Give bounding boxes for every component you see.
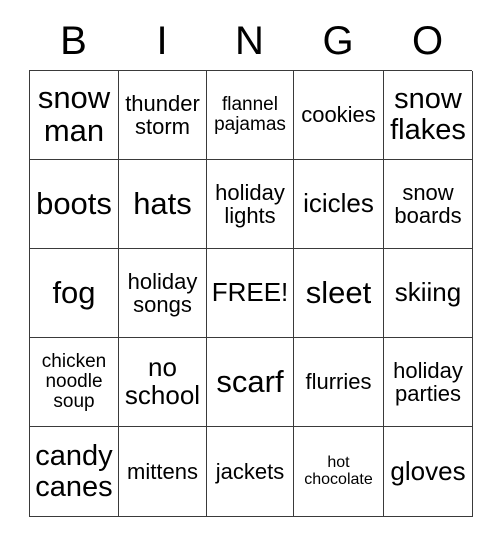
bingo-cell-label: gloves xyxy=(390,455,466,486)
bingo-cell-label: hot chocolate xyxy=(304,453,373,488)
bingo-cell[interactable]: hot chocolate xyxy=(294,427,384,517)
bingo-cell[interactable]: mittens xyxy=(119,427,207,517)
bingo-cell[interactable]: sleet xyxy=(294,249,384,338)
bingo-cell-label: candy canes xyxy=(35,439,113,503)
bingo-header-row: B I N G O xyxy=(29,12,472,70)
bingo-cell-label: jackets xyxy=(215,458,285,484)
bingo-cell-label: mittens xyxy=(127,458,198,484)
bingo-cell[interactable]: holiday songs xyxy=(119,249,207,338)
bingo-cell-label: holiday lights xyxy=(215,179,285,228)
bingo-cell[interactable]: snow flakes xyxy=(384,71,473,160)
bingo-header-letter-n: N xyxy=(235,19,264,63)
bingo-cell-label: FREE! xyxy=(211,277,289,308)
bingo-cell-label: snow flakes xyxy=(390,83,466,146)
bingo-cell-label: scarf xyxy=(216,363,284,399)
bingo-cell-label: icicles xyxy=(303,188,374,219)
bingo-cell[interactable]: candy canes xyxy=(30,427,119,517)
bingo-cell-label: boots xyxy=(36,185,112,221)
bingo-cell[interactable]: skiing xyxy=(384,249,473,338)
bingo-cell-label: no school xyxy=(124,352,201,410)
bingo-header-letter-g: G xyxy=(322,19,354,63)
bingo-cell-label: flurries xyxy=(305,369,372,395)
bingo-cell[interactable]: scarf xyxy=(207,338,294,427)
bingo-card: B I N G O snow man thunder storm flannel… xyxy=(29,12,473,517)
bingo-cell[interactable]: fog xyxy=(30,249,119,338)
bingo-cell-free[interactable]: FREE! xyxy=(207,249,294,338)
bingo-cell[interactable]: snow boards xyxy=(384,160,473,249)
bingo-cell[interactable]: icicles xyxy=(294,160,384,249)
bingo-cell-label: thunder storm xyxy=(125,90,200,139)
bingo-cell[interactable]: boots xyxy=(30,160,119,249)
bingo-cell[interactable]: snow man xyxy=(30,71,119,160)
bingo-cell[interactable]: flurries xyxy=(294,338,384,427)
bingo-header-letter-b: B xyxy=(60,19,87,63)
bingo-cell[interactable]: thunder storm xyxy=(119,71,207,160)
bingo-cell-label: sleet xyxy=(305,274,372,310)
bingo-header-letter-i: I xyxy=(156,19,168,63)
bingo-header-letter-o: O xyxy=(411,19,444,63)
bingo-cell-label: snow man xyxy=(37,80,111,148)
bingo-cell-label: chicken noodle soup xyxy=(41,350,107,413)
bingo-cell[interactable]: gloves xyxy=(384,427,473,517)
bingo-cell[interactable]: flannel pajamas xyxy=(207,71,294,160)
bingo-cell[interactable]: holiday parties xyxy=(384,338,473,427)
bingo-cell[interactable]: hats xyxy=(119,160,207,249)
bingo-cell[interactable]: chicken noodle soup xyxy=(30,338,119,427)
bingo-cell-label: flannel pajamas xyxy=(214,93,286,135)
bingo-cell-label: hats xyxy=(133,185,192,221)
bingo-cell-label: holiday parties xyxy=(393,357,463,406)
bingo-cell-label: fog xyxy=(52,274,96,310)
bingo-cell[interactable]: cookies xyxy=(294,71,384,160)
bingo-grid: snow man thunder storm flannel pajamas c… xyxy=(29,70,473,517)
bingo-cell-label: snow boards xyxy=(394,179,462,228)
bingo-cell[interactable]: holiday lights xyxy=(207,160,294,249)
bingo-cell-label: skiing xyxy=(394,277,462,308)
bingo-cell-label: holiday songs xyxy=(127,268,198,317)
bingo-cell[interactable]: no school xyxy=(119,338,207,427)
bingo-cell-label: cookies xyxy=(301,102,376,128)
bingo-cell[interactable]: jackets xyxy=(207,427,294,517)
